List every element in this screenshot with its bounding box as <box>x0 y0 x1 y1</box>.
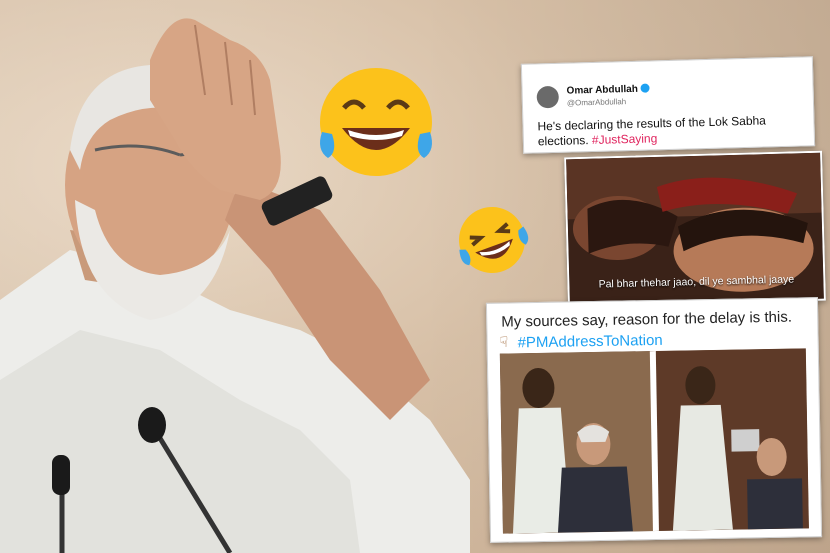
tweet-text: He's declaring the results of the Lok Sa… <box>537 112 803 149</box>
meme-hashtag: #PMAddressToNation <box>517 331 663 352</box>
meme-photo <box>499 348 809 534</box>
microphone-2 <box>138 407 166 443</box>
author-name-text: Omar Abdullah <box>566 83 639 97</box>
verified-badge-icon <box>640 83 650 93</box>
tweet-author-name: Omar Abdullah <box>566 83 650 97</box>
man-left-vest <box>557 466 633 533</box>
laptop <box>731 429 760 452</box>
meme-text: My sources say, reason for the delay is … <box>501 308 793 331</box>
movie-still-card: Pal bhar thehar jaao, dil ye sambhal jaa… <box>564 150 826 308</box>
man-right-vest <box>747 478 803 530</box>
avatar <box>536 85 560 109</box>
tears-of-joy-icon <box>320 68 432 176</box>
microphone-1 <box>52 455 70 495</box>
wax-figure-photo <box>499 348 809 534</box>
tweet-card: Omar Abdullah @OmarAbdullah He's declari… <box>520 56 816 154</box>
tweet-hashtag: #JustSaying <box>591 131 658 148</box>
tweet-handle: @OmarAbdullah <box>566 97 627 108</box>
photo-background: Omar Abdullah @OmarAbdullah He's declari… <box>0 0 830 553</box>
photo-meme-card: My sources say, reason for the delay is … <box>485 297 823 543</box>
rolling-laughing-icon <box>459 207 529 273</box>
pointing-down-icon: ☟ <box>499 333 509 350</box>
